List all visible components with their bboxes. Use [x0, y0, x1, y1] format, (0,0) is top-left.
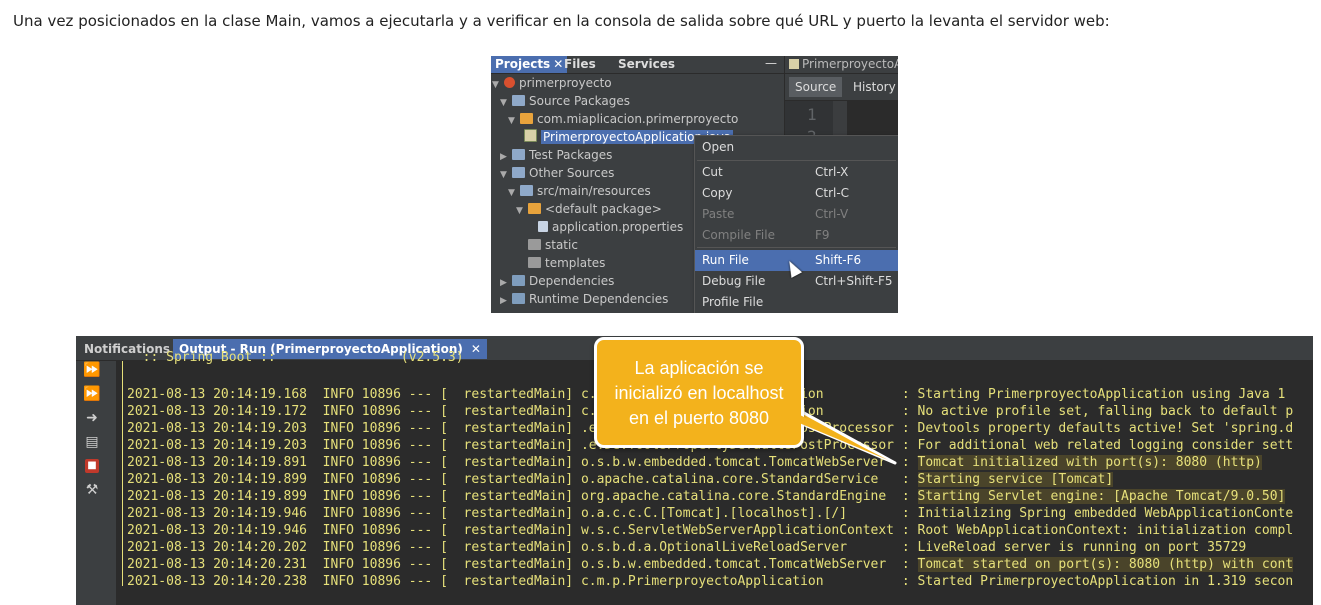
- line-number: 1: [807, 105, 817, 124]
- java-file-icon: [524, 129, 537, 142]
- apply-code-changes-icon[interactable]: ➜: [83, 409, 101, 427]
- folder-icon: [512, 167, 525, 178]
- package-icon: [520, 113, 533, 124]
- log-line: 2021-08-13 20:14:19.899 INFO 10896 --- […: [127, 471, 1114, 488]
- tab-files[interactable]: Files: [560, 56, 600, 73]
- log-line: 2021-08-13 20:14:20.231 INFO 10896 --- […: [127, 556, 1294, 573]
- log-message: No active profile set, falling back to d…: [917, 404, 1294, 419]
- expand-arrow-icon[interactable]: ▼: [508, 112, 518, 130]
- directory-icon: [528, 257, 541, 268]
- directory-icon: [528, 239, 541, 250]
- log-message: Starting service [Tomcat]: [917, 472, 1114, 487]
- log-prefix: 2021-08-13 20:14:19.899 INFO 10896 --- […: [127, 489, 918, 504]
- log-message: Tomcat started on port(s): 8080 (http) w…: [917, 557, 1294, 572]
- menu-item-compile-file[interactable]: Compile File F9: [695, 225, 898, 246]
- tree-node-test-packages[interactable]: ▶ Test Packages: [500, 146, 612, 164]
- log-bracket: [122, 361, 123, 586]
- library-icon: [512, 293, 525, 304]
- collapse-arrow-icon[interactable]: ▶: [500, 292, 510, 310]
- tree-node-application-properties[interactable]: application.properties: [536, 218, 683, 236]
- log-message: Starting PrimerproyectoApplication using…: [917, 387, 1286, 402]
- log-banner-line: :: Spring Boot :: (v2.5.3): [127, 350, 464, 365]
- editor-tab-label: PrimerproyectoA: [802, 57, 898, 71]
- log-line: 2021-08-13 20:14:19.891 INFO 10896 --- […: [127, 454, 1262, 471]
- log-message: Starting Servlet engine: [Apache Tomcat/…: [917, 489, 1286, 504]
- editor-toolbar: Source History: [785, 74, 898, 100]
- tree-node-templates[interactable]: templates: [526, 254, 605, 272]
- minimize-icon[interactable]: —: [765, 56, 777, 70]
- tree-node-other-sources[interactable]: ▼ Other Sources: [500, 164, 614, 182]
- log-prefix: 2021-08-13 20:14:19.946 INFO 10896 --- […: [127, 523, 918, 538]
- log-line: 2021-08-13 20:14:19.946 INFO 10896 --- […: [127, 522, 1293, 539]
- log-line: 2021-08-13 20:14:20.202 INFO 10896 --- […: [127, 539, 1246, 556]
- folder-icon: [512, 149, 525, 160]
- log-message: LiveReload server is running on port 357…: [917, 540, 1247, 555]
- clear-icon[interactable]: ▤: [83, 433, 101, 451]
- package-icon: [528, 203, 541, 214]
- menu-separator: [697, 247, 896, 248]
- tree-node-dependencies[interactable]: ▶ Dependencies: [500, 272, 614, 290]
- log-message: For additional web related logging consi…: [917, 438, 1294, 453]
- project-panel-tabs: Projects ✕ Files Services —: [491, 56, 784, 74]
- log-prefix: 2021-08-13 20:14:20.238 INFO 10896 --- […: [127, 574, 918, 589]
- tree-node-static[interactable]: static: [526, 236, 578, 254]
- log-prefix: 2021-08-13 20:14:20.231 INFO 10896 --- […: [127, 557, 918, 572]
- properties-file-icon: [538, 221, 548, 232]
- close-icon[interactable]: ✕: [471, 342, 481, 356]
- java-file-icon: [789, 59, 799, 69]
- log-message: Started PrimerproyectoApplication in 1.3…: [917, 574, 1294, 589]
- log-line: 2021-08-13 20:14:20.238 INFO 10896 --- […: [127, 573, 1293, 590]
- project-icon: [504, 77, 515, 88]
- tree-node-resources[interactable]: ▼ src/main/resources: [508, 182, 651, 200]
- menu-item-paste[interactable]: Paste Ctrl-V: [695, 204, 898, 225]
- output-side-toolbar: ⏩ ⏩ ➜ ▤ ■ ⚒: [76, 361, 116, 605]
- log-prefix: 2021-08-13 20:14:20.202 INFO 10896 --- […: [127, 540, 918, 555]
- tab-projects[interactable]: Projects ✕: [491, 56, 568, 73]
- log-line: 2021-08-13 20:14:19.899 INFO 10896 --- […: [127, 488, 1286, 505]
- expand-arrow-icon[interactable]: ▼: [516, 202, 526, 220]
- intro-paragraph: Una vez posicionados en la clase Main, v…: [13, 12, 1110, 30]
- tree-node-project[interactable]: ▼ primerproyecto: [492, 74, 612, 92]
- callout-pointer-fill: [780, 415, 888, 460]
- context-menu: Open Cut Ctrl-X Copy Ctrl-C Paste Ctrl-V Co…: [694, 135, 898, 313]
- folder-icon: [512, 95, 525, 106]
- editor-tab[interactable]: PrimerproyectoA: [785, 56, 898, 73]
- menu-item-profile-file[interactable]: Profile File: [695, 292, 898, 313]
- tree-node-package[interactable]: ▼ com.miaplicacion.primerproyecto: [508, 110, 738, 128]
- menu-item-copy[interactable]: Copy Ctrl-C: [695, 183, 898, 204]
- library-icon: [512, 275, 525, 286]
- tab-services[interactable]: Services: [614, 56, 679, 73]
- tree-node-source-packages[interactable]: ▼ Source Packages: [500, 92, 630, 110]
- menu-separator: [697, 160, 896, 161]
- menu-item-cut[interactable]: Cut Ctrl-X: [695, 162, 898, 183]
- menu-item-open[interactable]: Open: [695, 137, 898, 158]
- settings-icon[interactable]: ⚒: [83, 481, 101, 499]
- tree-node-default-package[interactable]: ▼ <default package>: [516, 200, 662, 218]
- log-message: Root WebApplicationContext: initializati…: [917, 523, 1294, 538]
- log-message: Devtools property defaults active! Set '…: [917, 421, 1294, 436]
- log-message: Tomcat initialized with port(s): 8080 (h…: [917, 455, 1262, 470]
- log-line: 2021-08-13 20:14:19.946 INFO 10896 --- […: [127, 505, 1293, 522]
- history-view-button[interactable]: History: [853, 77, 896, 97]
- rerun-with-args-icon[interactable]: ⏩: [83, 385, 101, 403]
- tab-label: Projects: [495, 57, 551, 71]
- log-prefix: 2021-08-13 20:14:19.946 INFO 10896 --- […: [127, 506, 918, 521]
- source-view-button[interactable]: Source: [789, 77, 843, 97]
- log-message: Initializing Spring embedded WebApplicat…: [917, 506, 1294, 521]
- stop-icon[interactable]: ■: [85, 459, 99, 473]
- tree-node-runtime-dependencies[interactable]: ▶ Runtime Dependencies: [500, 290, 668, 308]
- ide-window: Projects ✕ Files Services — ▼ primerproyec…: [491, 56, 898, 313]
- folder-icon: [520, 185, 533, 196]
- rerun-icon[interactable]: ⏩: [83, 361, 101, 379]
